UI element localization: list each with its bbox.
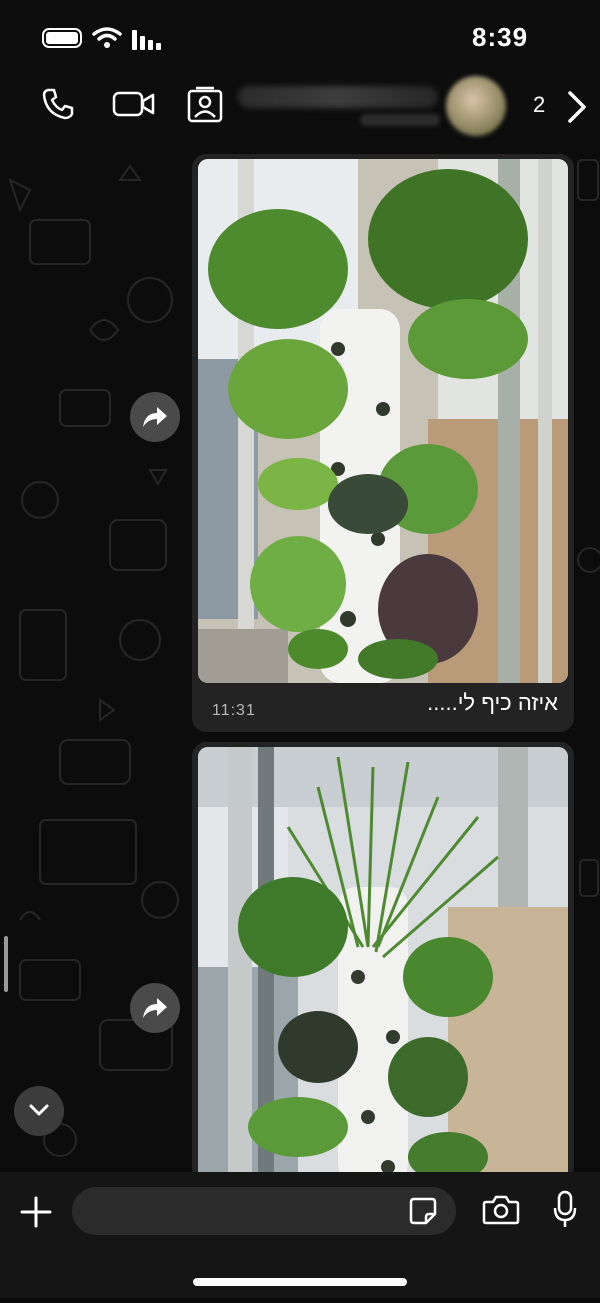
message-input[interactable]: [72, 1187, 456, 1235]
home-indicator[interactable]: [193, 1278, 407, 1286]
video-camera-icon[interactable]: [112, 86, 156, 122]
wifi-icon: [92, 27, 122, 48]
message-photo[interactable]: [198, 159, 568, 683]
message-time: 11:31: [212, 702, 256, 719]
forward-button[interactable]: [130, 983, 180, 1033]
chevron-right-icon[interactable]: [566, 90, 588, 124]
unread-count[interactable]: 2: [533, 92, 545, 118]
forward-button[interactable]: [130, 392, 180, 442]
status-time: 8:39: [472, 22, 529, 52]
chevron-down-icon: [29, 1104, 49, 1116]
forward-arrow-icon: [143, 407, 167, 427]
image-message[interactable]: [192, 742, 574, 1182]
plus-icon[interactable]: [18, 1194, 54, 1230]
forward-arrow-icon: [143, 998, 167, 1018]
scrollbar[interactable]: [4, 936, 8, 992]
contact-card-icon[interactable]: [186, 86, 224, 124]
chat-header: 2: [0, 72, 600, 138]
phone-icon[interactable]: [40, 86, 76, 122]
message-caption: איזה כיף לי.....: [427, 690, 558, 715]
message-photo[interactable]: [198, 747, 568, 1182]
avatar[interactable]: [446, 76, 506, 136]
contact-name[interactable]: [238, 86, 438, 108]
battery-icon: [42, 28, 82, 48]
cellular-signal-icon: [132, 30, 161, 50]
status-bar: 8:39: [0, 0, 600, 72]
camera-icon[interactable]: [482, 1194, 520, 1226]
image-message[interactable]: איזה כיף לי..... 11:31: [192, 154, 574, 732]
scroll-to-bottom-button[interactable]: [14, 1086, 64, 1136]
sticker-icon[interactable]: [408, 1196, 438, 1226]
microphone-icon[interactable]: [552, 1190, 578, 1230]
contact-status: [360, 114, 440, 126]
